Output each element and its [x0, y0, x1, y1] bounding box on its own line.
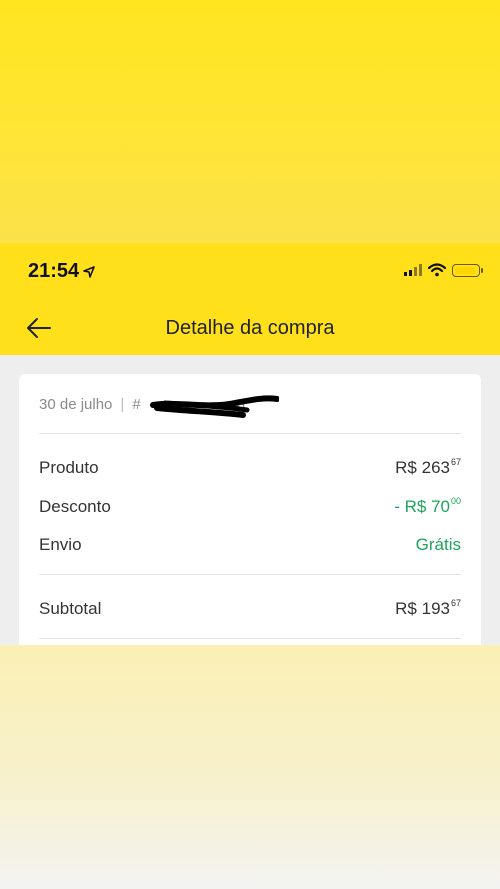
- signal-icon: [404, 264, 422, 276]
- row-envio: Envio Grátis: [39, 535, 461, 555]
- envio-label: Envio: [39, 535, 82, 554]
- divider: [39, 433, 461, 434]
- status-time: 21:54: [28, 260, 95, 283]
- desconto-label: Desconto: [39, 497, 111, 516]
- row-desconto: Desconto - R$ 7000: [39, 496, 461, 517]
- battery-icon: [452, 263, 483, 277]
- bottom-overlay: [0, 645, 500, 889]
- page-title: Detalhe da compra: [165, 317, 335, 339]
- row-subtotal: Subtotal R$ 19367: [39, 598, 461, 619]
- status-bar: 21:54: [0, 243, 500, 301]
- desconto-value: - R$ 7000: [394, 496, 461, 516]
- produto-label: Produto: [39, 458, 99, 477]
- order-id-prefix: #: [132, 396, 141, 413]
- order-date: 30 de julho: [39, 396, 113, 413]
- envio-value: Grátis: [415, 535, 461, 554]
- order-separator: |: [120, 396, 125, 413]
- redaction-scribble: [150, 395, 279, 418]
- subtotal-value: R$ 19367: [395, 598, 461, 618]
- divider: [39, 574, 461, 575]
- purchase-detail-card: 30 de julho | # 8 Produto R$ 26367 Desco…: [19, 374, 481, 645]
- row-produto: Produto R$ 26367: [39, 457, 461, 478]
- subtotal-label: Subtotal: [39, 599, 102, 618]
- produto-value: R$ 26367: [395, 457, 461, 477]
- navigation-bar: Detalhe da compra: [0, 301, 500, 355]
- divider: [39, 638, 461, 639]
- time-text: 21:54: [28, 260, 80, 282]
- top-overlay: [0, 0, 500, 243]
- wifi-icon: [428, 263, 446, 277]
- location-arrow-icon: [83, 265, 95, 278]
